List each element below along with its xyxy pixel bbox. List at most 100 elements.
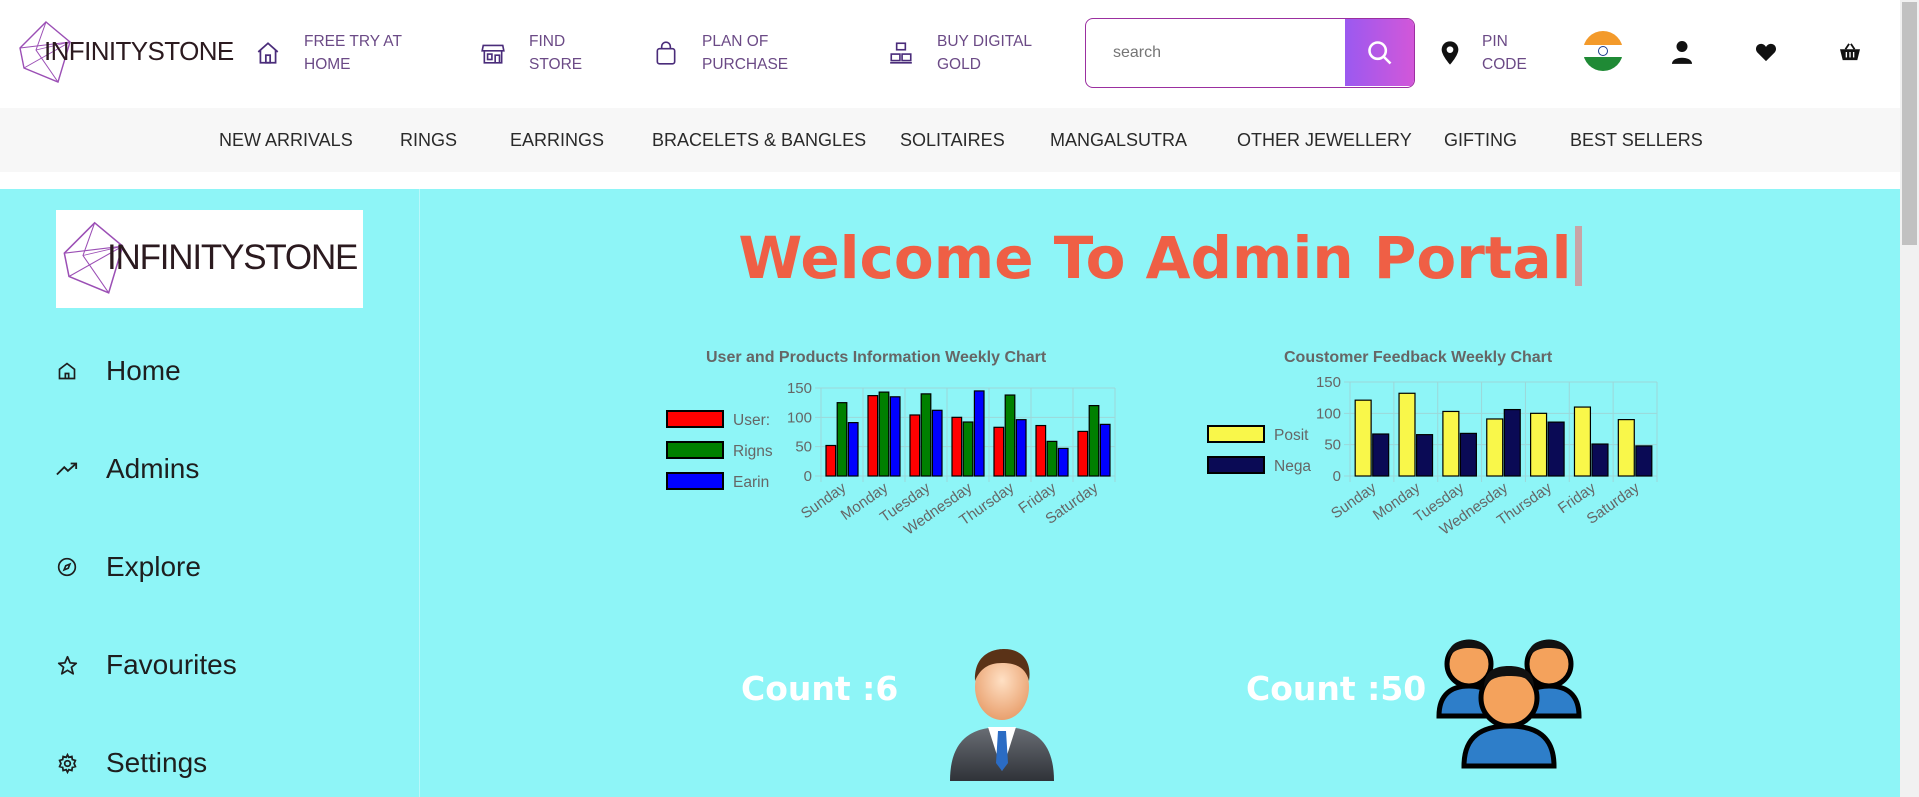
nav-item-mangalsutra[interactable]: MANGALSUTRA [1050, 130, 1187, 151]
users-count: Count :50 [1246, 669, 1427, 708]
chart2-bar-negative-monday [1415, 434, 1434, 477]
plan-of-purchase-link[interactable]: PLAN OF PURCHASE [650, 30, 822, 76]
chart1-legend-swatch [666, 441, 724, 459]
search-button[interactable] [1345, 19, 1414, 86]
sidebar-label-favourites: Favourites [106, 649, 237, 680]
pin-code-link[interactable]: PIN CODE [1440, 30, 1527, 76]
scrollbar-thumb[interactable] [1902, 2, 1917, 245]
sidebar-logo-text: INFINITYSTONE [107, 238, 358, 277]
sidebar-item-favourites[interactable]: Favourites [55, 649, 237, 681]
star-outline-icon [55, 653, 79, 677]
chart1-ytick-label: 100 [787, 409, 812, 426]
chart1-bar-earings-sunday [847, 422, 859, 477]
chart1-bar-rigns-saturday [1088, 404, 1100, 477]
sidebar-label-admins: Admins [106, 453, 200, 484]
account-icon[interactable] [1669, 39, 1695, 65]
sidebar-item-home[interactable]: Home [55, 355, 181, 387]
spacer [0, 172, 1900, 189]
chart2-title: Coustomer Feedback Weekly Chart [1284, 349, 1553, 366]
plan-line1: PLAN OF [702, 33, 769, 50]
nav-item-best-sellers[interactable]: BEST SELLERS [1570, 130, 1703, 151]
shopping-bag-icon [650, 37, 682, 69]
admins-count: Count :6 [741, 669, 899, 708]
chart2-bar-negative-friday [1591, 443, 1609, 477]
chart1-bar-rigns-sunday [836, 402, 848, 477]
chart1-bar-rigns-wednesday [962, 421, 974, 477]
find-store-line2: STORE [529, 56, 583, 73]
nav-item-bracelets-bangles[interactable]: BRACELETS & BANGLES [652, 130, 866, 151]
page-title: Welcome To Admin Portal [420, 224, 1900, 292]
sidebar-item-explore[interactable]: Explore [55, 551, 201, 583]
chart2-bar-positive-wednesday [1486, 418, 1504, 477]
home-outline-icon [55, 359, 79, 383]
chart1-bar-earings-friday [1057, 447, 1069, 477]
trending-up-icon [55, 457, 79, 481]
chart1-bar-users-saturday [1077, 430, 1089, 477]
chart2-bar-positive-monday [1398, 392, 1416, 477]
search-box [1085, 18, 1415, 88]
home-icon [252, 37, 284, 69]
chart2-ytick-label: 100 [1316, 405, 1341, 422]
chart2-legend-label: Nega [1274, 458, 1311, 475]
chart1-bar-users-thursday [993, 426, 1005, 477]
chart2-legend-label: Posit [1274, 427, 1309, 444]
chart1-bar-rigns-friday [1046, 440, 1058, 477]
wishlist-heart-icon[interactable] [1753, 39, 1779, 65]
chart1-legend-label: Rigns [733, 443, 773, 460]
chart2-bar-negative-thursday [1547, 421, 1565, 477]
nav-item-gifting[interactable]: GIFTING [1444, 130, 1517, 151]
sidebar-item-settings[interactable]: Settings [55, 747, 207, 779]
sidebar-logo[interactable]: INFINITYSTONE [56, 210, 363, 308]
nav-item-solitaires[interactable]: SOLITAIRES [900, 130, 1005, 151]
chart2-bar-positive-saturday [1617, 418, 1635, 477]
page: INFINITYSTONE FREE TRY AT HOME FIND STORE … [0, 0, 1919, 797]
nav-item-rings[interactable]: RINGS [400, 130, 457, 151]
chart1-legend-swatch [666, 410, 724, 428]
chart2-bar-negative-sunday [1372, 433, 1390, 477]
page-scrollbar[interactable] [1900, 0, 1919, 797]
chart1-bar-users-tuesday [909, 414, 921, 477]
nav-item-other-jewellery[interactable]: OTHER JEWELLERY [1237, 130, 1412, 151]
chart1-legend-swatch [666, 472, 724, 490]
gold-line2: GOLD [937, 56, 981, 73]
india-flag-icon[interactable] [1583, 31, 1623, 71]
cart-basket-icon[interactable] [1837, 39, 1863, 65]
chart2-bar-positive-friday [1573, 406, 1592, 477]
chart1-bar-users-monday [867, 395, 879, 477]
chart1-bar-earings-monday [889, 396, 901, 477]
find-store-line1: FIND [529, 33, 566, 50]
chart1-ytick-label: 50 [795, 439, 812, 456]
search-input[interactable] [1086, 19, 1345, 86]
chart1-bar-earings-tuesday [931, 409, 943, 477]
nav-item-earrings[interactable]: EARRINGS [510, 130, 604, 151]
admin-user-icon [950, 649, 1054, 781]
customer-feedback-weekly-chart: 050100150SundayMondayTuesdayWednesdayThu… [1207, 374, 1658, 539]
chart1-bar-rigns-thursday [1004, 394, 1016, 477]
sidebar-item-admins[interactable]: Admins [55, 453, 199, 485]
chart2-bar-positive-sunday [1354, 399, 1372, 477]
admins-count-card[interactable]: Count :6 [689, 601, 1124, 797]
users-count-card[interactable]: Count :50 [1194, 601, 1629, 797]
sidebar: INFINITYSTONE Home Admins Explore Favour… [0, 189, 420, 797]
sidebar-label-settings: Settings [106, 747, 208, 778]
gold-bars-icon [885, 37, 917, 69]
category-nav: NEW ARRIVALS RINGS EARRINGS BRACELETS & … [0, 108, 1919, 172]
sidebar-label-explore: Explore [106, 551, 201, 582]
chart1-legend-label: User: [733, 412, 770, 429]
sidebar-label-home: Home [106, 355, 181, 386]
gear-icon [55, 751, 79, 775]
page-title-text: Welcome To Admin Portal [738, 224, 1572, 292]
chart1-ytick-label: 0 [804, 468, 812, 485]
chart1-bar-users-sunday [825, 444, 837, 477]
logo-text: INFINITYSTONE [44, 36, 234, 66]
buy-digital-gold-link[interactable]: BUY DIGITAL GOLD [885, 30, 1057, 76]
chart1-bar-rigns-tuesday [920, 393, 932, 477]
free-try-at-home-link[interactable]: FREE TRY AT HOME [252, 30, 424, 76]
find-store-link[interactable]: FIND STORE [477, 30, 649, 76]
chart1-bar-earings-thursday [1015, 419, 1027, 477]
nav-item-new-arrivals[interactable]: NEW ARRIVALS [219, 130, 353, 151]
store-icon [477, 37, 509, 69]
chart2-bar-negative-saturday [1635, 445, 1653, 477]
brand-logo[interactable]: INFINITYSTONE [18, 20, 234, 86]
location-pin-icon [1441, 41, 1459, 65]
